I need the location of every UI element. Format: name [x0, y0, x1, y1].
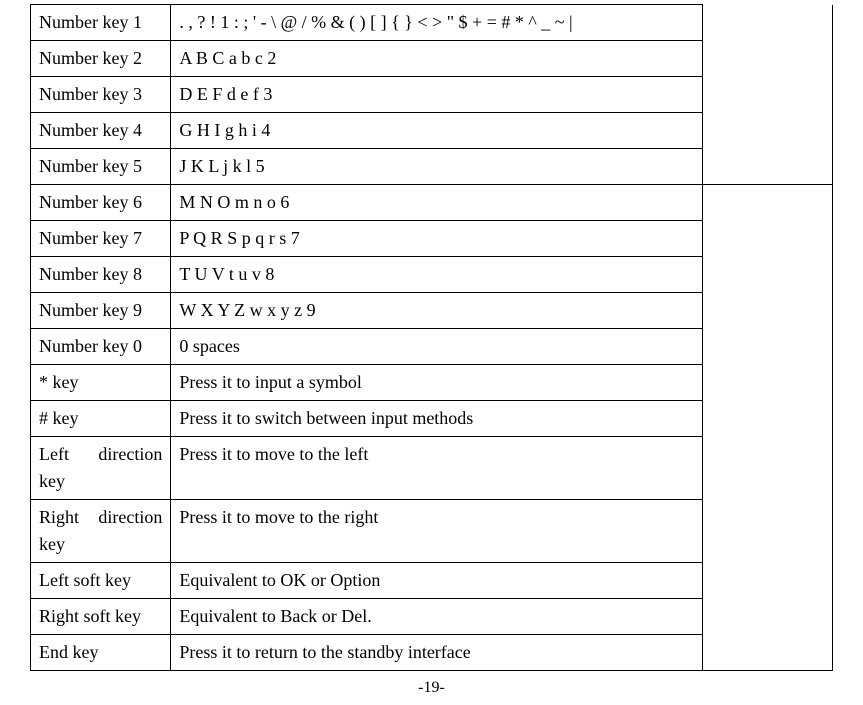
key-cell: Number key 0: [31, 329, 171, 365]
key-cell: # key: [31, 401, 171, 437]
desc-cell: M N O m n o 6: [171, 185, 702, 221]
key-cell: End key: [31, 635, 171, 671]
desc-cell: W X Y Z w x y z 9: [171, 293, 702, 329]
key-cell: Right direction key: [31, 500, 171, 563]
desc-cell: A B C a b c 2: [171, 41, 702, 77]
desc-cell: 0 spaces: [171, 329, 702, 365]
key-cell: Number key 6: [31, 185, 171, 221]
key-cell: Number key 1: [31, 5, 171, 41]
side-cell-bottom: [702, 185, 832, 671]
desc-cell: Press it to return to the standby interf…: [171, 635, 702, 671]
desc-cell: J K L j k l 5: [171, 149, 702, 185]
key-cell: Number key 4: [31, 113, 171, 149]
desc-cell: Equivalent to OK or Option: [171, 563, 702, 599]
key-mapping-table: Number key 1 . , ? ! 1 : ; ' - \ @ / % &…: [30, 4, 833, 671]
desc-cell: Press it to move to the right: [171, 500, 702, 563]
side-cell-top: [702, 5, 832, 185]
table-row: Number key 6 M N O m n o 6: [31, 185, 833, 221]
key-cell: Number key 3: [31, 77, 171, 113]
desc-cell: Press it to move to the left: [171, 437, 702, 500]
desc-cell: G H I g h i 4: [171, 113, 702, 149]
desc-cell: P Q R S p q r s 7: [171, 221, 702, 257]
key-cell: Number key 8: [31, 257, 171, 293]
key-cell: Left soft key: [31, 563, 171, 599]
key-cell: Number key 2: [31, 41, 171, 77]
key-cell: Number key 9: [31, 293, 171, 329]
key-mapping-table-wrapper: Number key 1 . , ? ! 1 : ; ' - \ @ / % &…: [30, 4, 833, 671]
table-row: Number key 1 . , ? ! 1 : ; ' - \ @ / % &…: [31, 5, 833, 41]
page-number: -19-: [30, 679, 833, 697]
desc-cell: Equivalent to Back or Del.: [171, 599, 702, 635]
desc-cell: Press it to switch between input methods: [171, 401, 702, 437]
desc-cell: . , ? ! 1 : ; ' - \ @ / % & ( ) [ ] { } …: [171, 5, 702, 41]
key-cell: Number key 7: [31, 221, 171, 257]
key-cell: Right soft key: [31, 599, 171, 635]
desc-cell: Press it to input a symbol: [171, 365, 702, 401]
key-cell: Left direction key: [31, 437, 171, 500]
desc-cell: D E F d e f 3: [171, 77, 702, 113]
key-cell: Number key 5: [31, 149, 171, 185]
key-cell: * key: [31, 365, 171, 401]
desc-cell: T U V t u v 8: [171, 257, 702, 293]
